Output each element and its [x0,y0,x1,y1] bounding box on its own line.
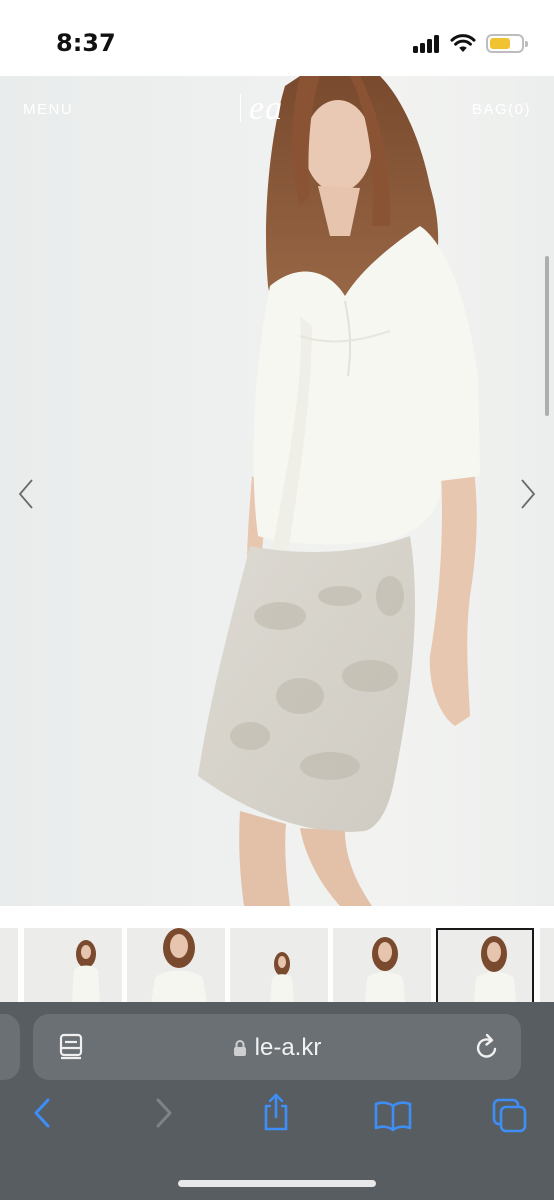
thumbnail-4[interactable] [333,928,431,1004]
wifi-icon [450,34,476,52]
address-bar[interactable]: le-a.kr [33,1014,521,1080]
thumbnail-3[interactable] [230,928,328,1004]
status-time: 8:37 [56,29,116,57]
page-scrollbar[interactable] [545,256,549,416]
bag-button[interactable]: BAG(0) [472,101,531,118]
lock-icon [233,1040,246,1056]
home-indicator[interactable] [178,1180,376,1187]
thumbnail-5-active[interactable] [436,928,534,1004]
url-display[interactable]: le-a.kr [33,1034,521,1062]
thumbnail-strip [0,928,554,1004]
thumbnail-2[interactable] [127,928,225,1004]
thumbnail-1[interactable] [24,928,122,1004]
previous-image-chevron-icon[interactable] [12,476,42,512]
back-chevron-icon[interactable] [30,1096,56,1130]
thumbnail-partial-left[interactable] [0,928,18,1004]
reload-icon[interactable] [473,1032,501,1062]
url-text: le-a.kr [254,1034,322,1061]
status-bar: 8:37 [0,0,554,76]
site-logo[interactable]: ea [240,90,283,128]
product-image-carousel[interactable]: MENU ea BAG(0) [0,76,554,906]
thumbnail-partial-right[interactable] [540,928,554,1004]
next-image-chevron-icon[interactable] [512,476,542,512]
bookmarks-book-icon[interactable] [374,1100,412,1132]
share-icon[interactable] [260,1092,292,1132]
browser-toolbar: le-a.kr [0,1002,554,1200]
site-header: MENU ea BAG(0) [0,76,554,146]
previous-tab-pill[interactable] [0,1014,20,1080]
tabs-icon[interactable] [492,1098,528,1134]
menu-button[interactable]: MENU [23,101,73,118]
cellular-signal-icon [413,35,441,53]
product-photo [198,76,480,906]
battery-icon [486,34,528,53]
logo-text: ea [249,90,284,127]
forward-chevron-icon[interactable] [150,1096,176,1130]
